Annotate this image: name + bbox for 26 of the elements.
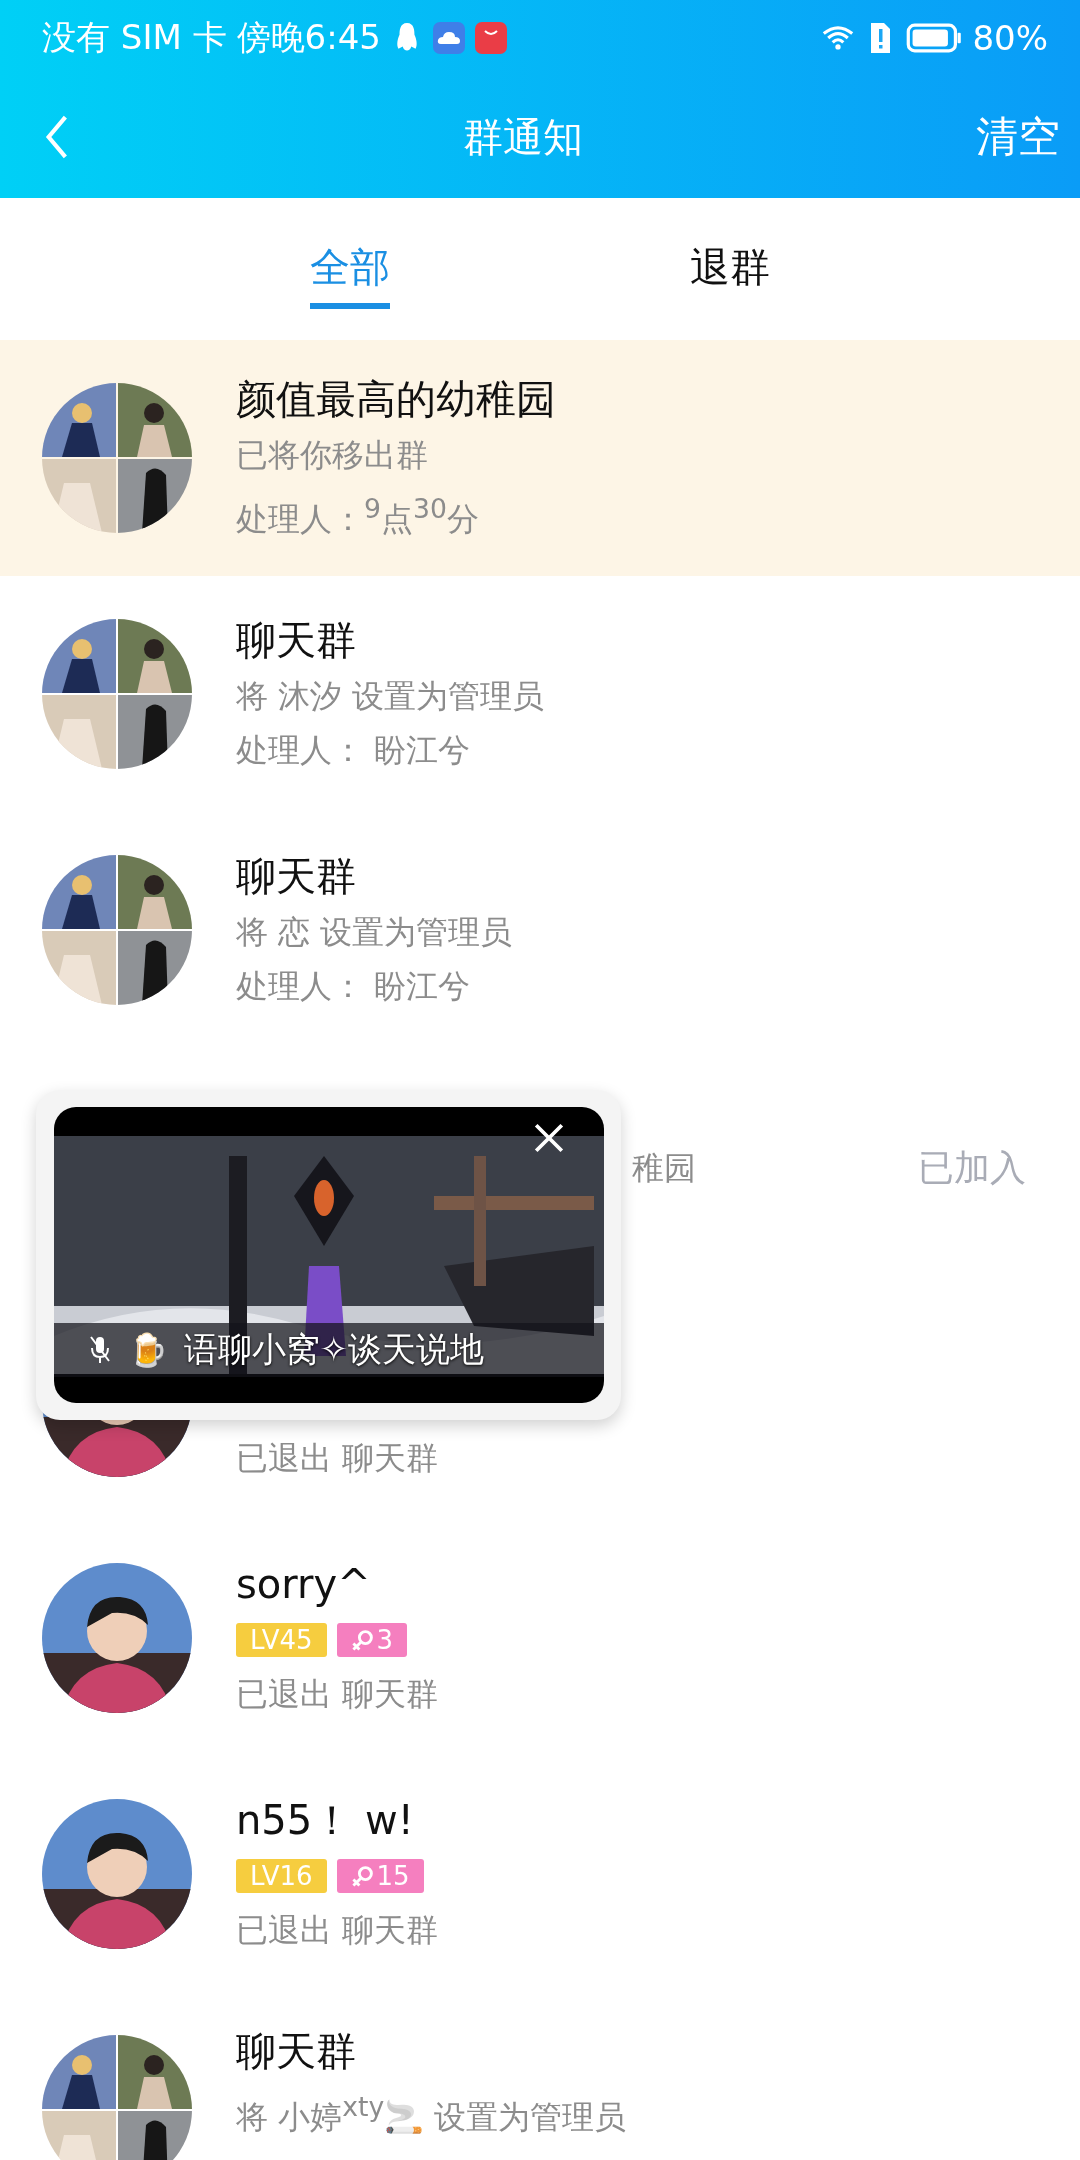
clock-time: 傍晚6:45 [236, 16, 381, 59]
row-subtitle: 将 沐汐 设置为管理员 [236, 676, 545, 717]
join-status: 已加入 [918, 1146, 1026, 1190]
carrier-text: 没有 SIM 卡 [42, 16, 227, 59]
row-subtitle: 将 恋 设置为管理员 [236, 912, 513, 953]
page-title: 群通知 [463, 112, 583, 162]
row-title: 颜值最高的幼稚园 [236, 375, 556, 425]
row-title: 聊天群 [236, 852, 357, 901]
row-title: sorry^ [236, 1560, 372, 1609]
gender-badge: 3 [336, 1623, 408, 1657]
row-detail: 处理人：$^{9}$点$^{30}$分 [236, 492, 480, 540]
row-detail: 处理人： 盼江兮 [236, 966, 472, 1007]
row-title: 聊天群 [236, 2027, 357, 2077]
row-title: n55！ w! [236, 1796, 415, 1845]
row-subtitle: 将 小婷$^{xty}$🚬 设置为管理员 [236, 2090, 627, 2138]
row-detail: 已退出 聊天群 [236, 1910, 439, 1951]
row-subtitle: 稚园 [631, 1148, 696, 1189]
row-subtitle: 已将你移出群 [236, 435, 429, 477]
level-badge: LV45 [236, 1623, 327, 1657]
row-detail: 处理人： 盼江兮 [236, 730, 472, 771]
row-title: 聊天群 [236, 616, 357, 665]
level-badge: LV16 [236, 1859, 327, 1893]
gender-badge: 15 [336, 1859, 424, 1893]
row-detail: 已退出 聊天群 [236, 1438, 439, 1479]
row-detail: 已退出 聊天群 [236, 1674, 439, 1715]
battery-percent: 80% [972, 18, 1048, 58]
